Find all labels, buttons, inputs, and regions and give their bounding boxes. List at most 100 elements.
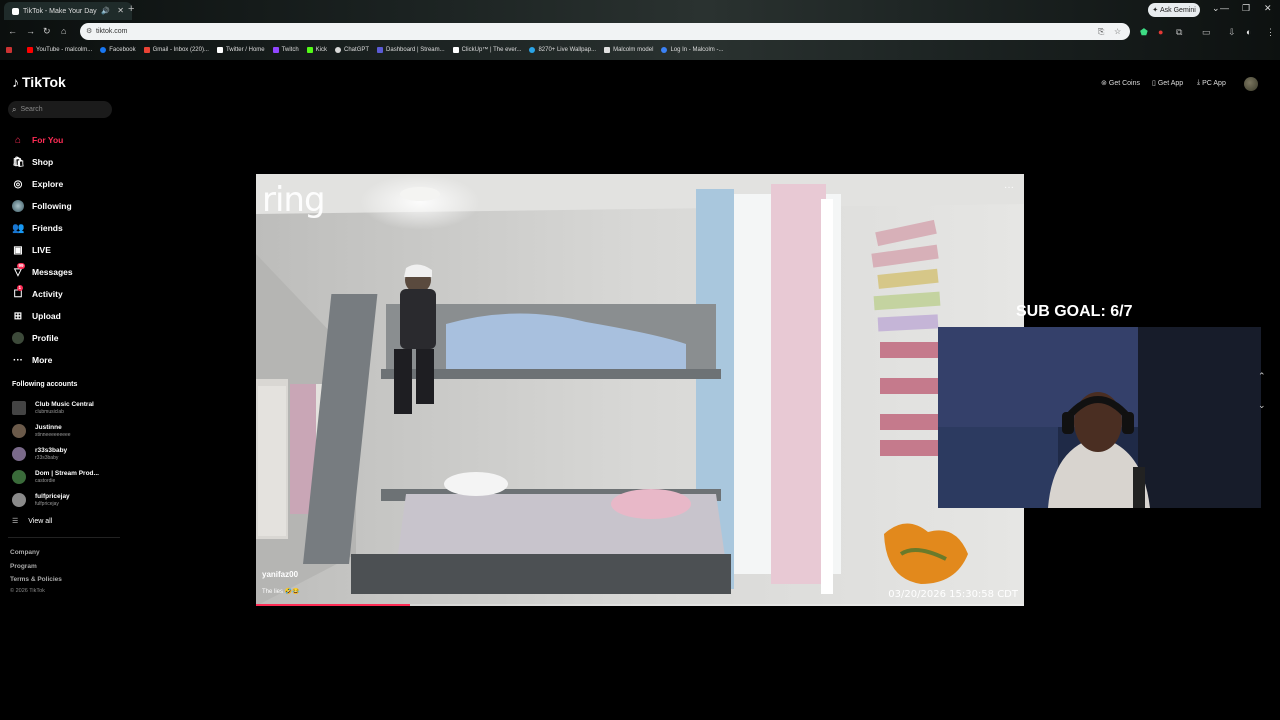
account-name: Dom | Stream Prod... [35, 469, 99, 477]
minimize-button[interactable]: — [1220, 3, 1229, 13]
bookmark-item[interactable]: Malcolm model [604, 47, 653, 53]
footer-company-link[interactable]: Company [10, 549, 62, 563]
search-placeholder: Search [20, 106, 43, 113]
browser-menu-icon[interactable]: ⋮ [1266, 27, 1275, 38]
sidebar-item-for-you[interactable]: ⌂ For You [12, 129, 122, 151]
install-icon[interactable]: ⎘ [1098, 27, 1104, 37]
sidebar-item-live[interactable]: ▣ LIVE [12, 239, 122, 261]
tiktok-favicon-icon [12, 7, 19, 15]
sidebar-footer: Company Program Terms & Policies © 2026 … [10, 549, 62, 602]
avatar [12, 492, 26, 507]
avatar[interactable] [1244, 77, 1258, 91]
bookmark-item[interactable]: Gmail - Inbox (220)... [143, 47, 209, 53]
restore-button[interactable]: ❐ [1242, 3, 1250, 14]
following-accounts-list: Club Music Central clubmusiclab Justinne s… [12, 396, 122, 511]
avatar [12, 423, 26, 438]
home-browser-icon[interactable]: ⌂ [61, 26, 66, 36]
list-item[interactable]: Club Music Central clubmusiclab [12, 396, 122, 419]
get-app-button[interactable]: ▯ Get App [1152, 79, 1183, 88]
dashboard-icon [377, 47, 384, 53]
footer-terms-link[interactable]: Terms & Policies [10, 576, 62, 588]
list-item[interactable]: fulfpricejay fulfpricejay [12, 488, 122, 511]
bookmark-item[interactable]: Log In - Malcolm -... [661, 47, 723, 53]
sidebar-item-label: Upload [32, 311, 61, 321]
bookmark-item[interactable]: Kick [306, 47, 327, 53]
profile-icon [12, 332, 24, 344]
search-input[interactable]: ⌕ Search [8, 101, 112, 118]
sidebar-item-label: LIVE [32, 245, 51, 255]
bookmark-item[interactable]: 8270+ Live Wallpap... [529, 47, 596, 53]
address-bar[interactable]: ⚙ tiktok.com ⎘ ☆ [80, 23, 1130, 40]
close-tab-icon[interactable]: ✕ [117, 6, 124, 15]
extension-red-icon[interactable]: ● [1158, 27, 1163, 37]
list-item[interactable]: Justinne stinneeeeeeeee [12, 419, 122, 442]
reload-icon[interactable]: ↻ [43, 26, 51, 37]
twitch-icon [272, 47, 279, 53]
bookmark-star-icon[interactable]: ☆ [1114, 27, 1121, 36]
bookmark-item[interactable]: Twitch [272, 47, 299, 53]
sidebar-item-label: More [32, 355, 53, 365]
sidebar-item-upload[interactable]: ⊞ Upload [12, 305, 122, 327]
apps-icon[interactable] [6, 47, 15, 53]
sidebar-item-shop[interactable]: 🛍 Shop [12, 151, 122, 173]
back-icon[interactable]: ← [8, 26, 17, 36]
tiktok-note-icon: ♪ [12, 74, 19, 90]
close-window-button[interactable]: ✕ [1264, 3, 1272, 14]
downloads-icon[interactable]: ⇩ [1228, 27, 1236, 38]
bookmark-item[interactable]: YouTube - malcolm... [27, 47, 92, 53]
sidebar-item-friends[interactable]: 👥 Friends [12, 217, 122, 239]
bookmark-item[interactable]: Facebook [100, 47, 136, 53]
account-handle: stinneeeeeeeee [35, 431, 71, 438]
site-info-icon[interactable]: ⚙ [86, 27, 92, 35]
chatgpt-icon [335, 47, 342, 53]
sidebar-item-label: Activity [32, 289, 63, 299]
sidebar-item-label: Messages [32, 267, 73, 277]
tiktok-logo[interactable]: ♪ TikTok [12, 74, 66, 90]
tab-bar: TikTok - Make Your Day 🔊 ✕ + ✦ Ask Gemin… [0, 0, 1280, 20]
extensions-puzzle-icon[interactable]: ⧉ [1176, 27, 1182, 38]
sidebar-item-more[interactable]: ··· More [12, 349, 122, 371]
bookmark-item[interactable]: ChatGPT [335, 47, 369, 53]
list-item[interactable]: r33s3baby r33s3baby [12, 442, 122, 465]
view-all-link[interactable]: ☰ View all [12, 517, 53, 526]
tab-search-icon[interactable]: ⌄ [1212, 3, 1220, 14]
sidebar-item-following[interactable]: Following [12, 195, 122, 217]
profile-browser-icon[interactable]: ◐ [1246, 27, 1251, 37]
list-icon: ☰ [12, 518, 19, 525]
speaker-icon[interactable]: 🔊 [101, 7, 110, 15]
bookmark-item[interactable]: ClickUp™ | The ever... [452, 47, 521, 53]
sidebar-item-messages[interactable]: ▽ 99 Messages [12, 261, 122, 283]
chevron-up-icon[interactable]: ⌃ [1258, 371, 1266, 382]
navigation-row: ← → ↻ ⌂ ⚙ tiktok.com ⎘ ☆ ⬟ ● ⧉ ▭ ⇩ ◐ ⋮ [0, 22, 1280, 42]
sidebar-item-label: Profile [32, 333, 59, 343]
sidepanel-icon[interactable]: ▭ [1202, 27, 1211, 38]
pc-app-button[interactable]: ⤓ PC App [1197, 79, 1226, 87]
account-name: r33s3baby [35, 446, 68, 454]
bookmark-item[interactable]: Twitter / Home [216, 47, 265, 53]
bookmark-item[interactable]: Dashboard | Stream... [377, 47, 445, 53]
sidebar-item-label: Following [32, 201, 72, 211]
extension-shield-icon[interactable]: ⬟ [1140, 27, 1148, 38]
video-progress-bar[interactable] [256, 604, 1024, 606]
list-item[interactable]: Dom | Stream Prod... castordie [12, 465, 122, 488]
ask-gemini-button[interactable]: ✦ Ask Gemini [1148, 3, 1200, 17]
video-username[interactable]: yanifaz00 [262, 570, 298, 579]
forward-icon[interactable]: → [26, 26, 35, 36]
sidebar-item-profile[interactable]: Profile [12, 327, 122, 349]
bookmark-label: 8270+ Live Wallpap... [538, 47, 597, 53]
video-more-icon[interactable]: ··· [1004, 182, 1014, 193]
chevron-down-icon[interactable]: ⌄ [1258, 400, 1266, 411]
sub-goal-text: SUB GOAL: 6/7 [1016, 303, 1133, 320]
video-caption: The lies 🤣😂 [262, 589, 300, 595]
view-all-label: View all [28, 517, 53, 525]
sidebar-item-explore[interactable]: ◎ Explore [12, 173, 122, 195]
activity-icon: ☐ 1 [13, 284, 23, 300]
sidebar-item-activity[interactable]: ☐ 1 Activity [12, 283, 122, 305]
copyright: © 2026 TikTok [10, 588, 45, 594]
new-tab-button[interactable]: + [128, 3, 134, 15]
video-player[interactable]: ring ··· yanifaz00 The lies 🤣😂 03/20/202… [256, 174, 1024, 606]
login-icon [661, 47, 668, 53]
get-coins-button[interactable]: ⊚ Get Coins [1101, 79, 1140, 88]
browser-tab[interactable]: TikTok - Make Your Day 🔊 ✕ [4, 2, 132, 20]
footer-program-link[interactable]: Program [10, 563, 62, 577]
